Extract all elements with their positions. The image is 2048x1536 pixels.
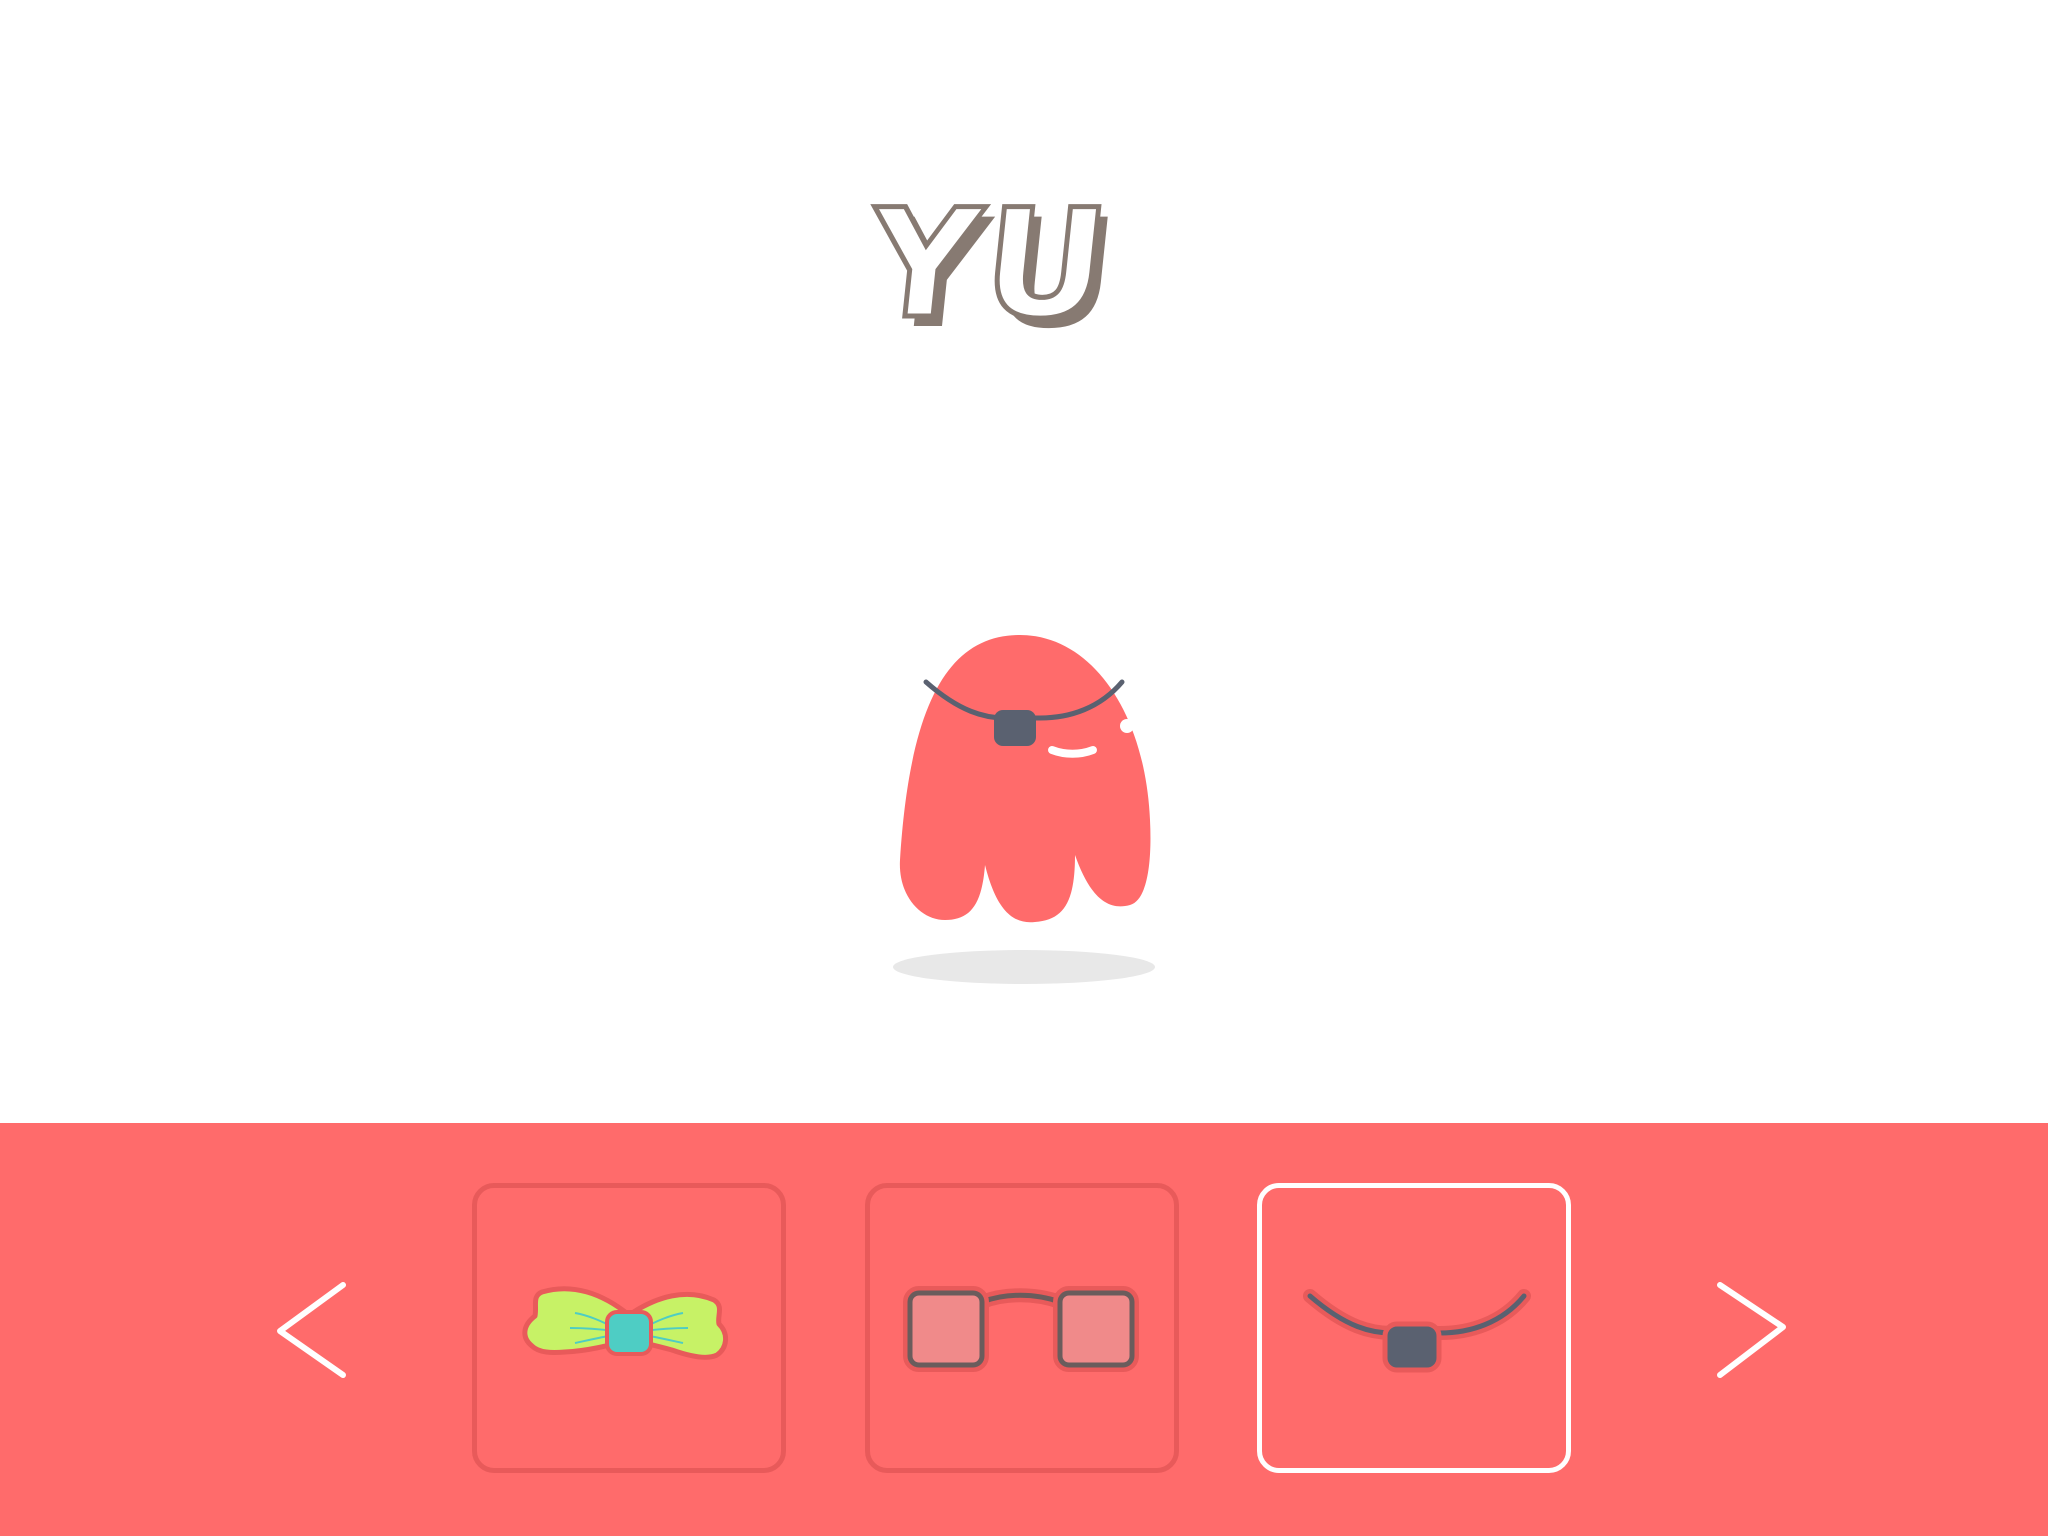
glasses-icon xyxy=(903,1286,1139,1372)
accessory-slot-glasses[interactable] xyxy=(865,1183,1179,1473)
cheek-highlight xyxy=(1120,719,1134,733)
monster-character xyxy=(899,635,1151,923)
monster-body xyxy=(899,635,1151,923)
eyepatch-icon xyxy=(994,710,1036,746)
title-text: YU xyxy=(858,176,1124,355)
bow-tie-icon xyxy=(522,1286,728,1360)
character-shadow xyxy=(893,950,1155,984)
closed-eye xyxy=(1048,746,1097,758)
chevron-left-icon[interactable] xyxy=(268,1275,358,1385)
character-stage: YU xyxy=(0,0,2048,1123)
accessory-slot-eyepatch[interactable] xyxy=(1257,1183,1571,1473)
eyepatch-icon xyxy=(1303,1289,1531,1373)
title: YU xyxy=(858,176,1190,380)
accessory-slot-bow-tie[interactable] xyxy=(472,1183,786,1473)
chevron-right-icon[interactable] xyxy=(1705,1275,1795,1385)
